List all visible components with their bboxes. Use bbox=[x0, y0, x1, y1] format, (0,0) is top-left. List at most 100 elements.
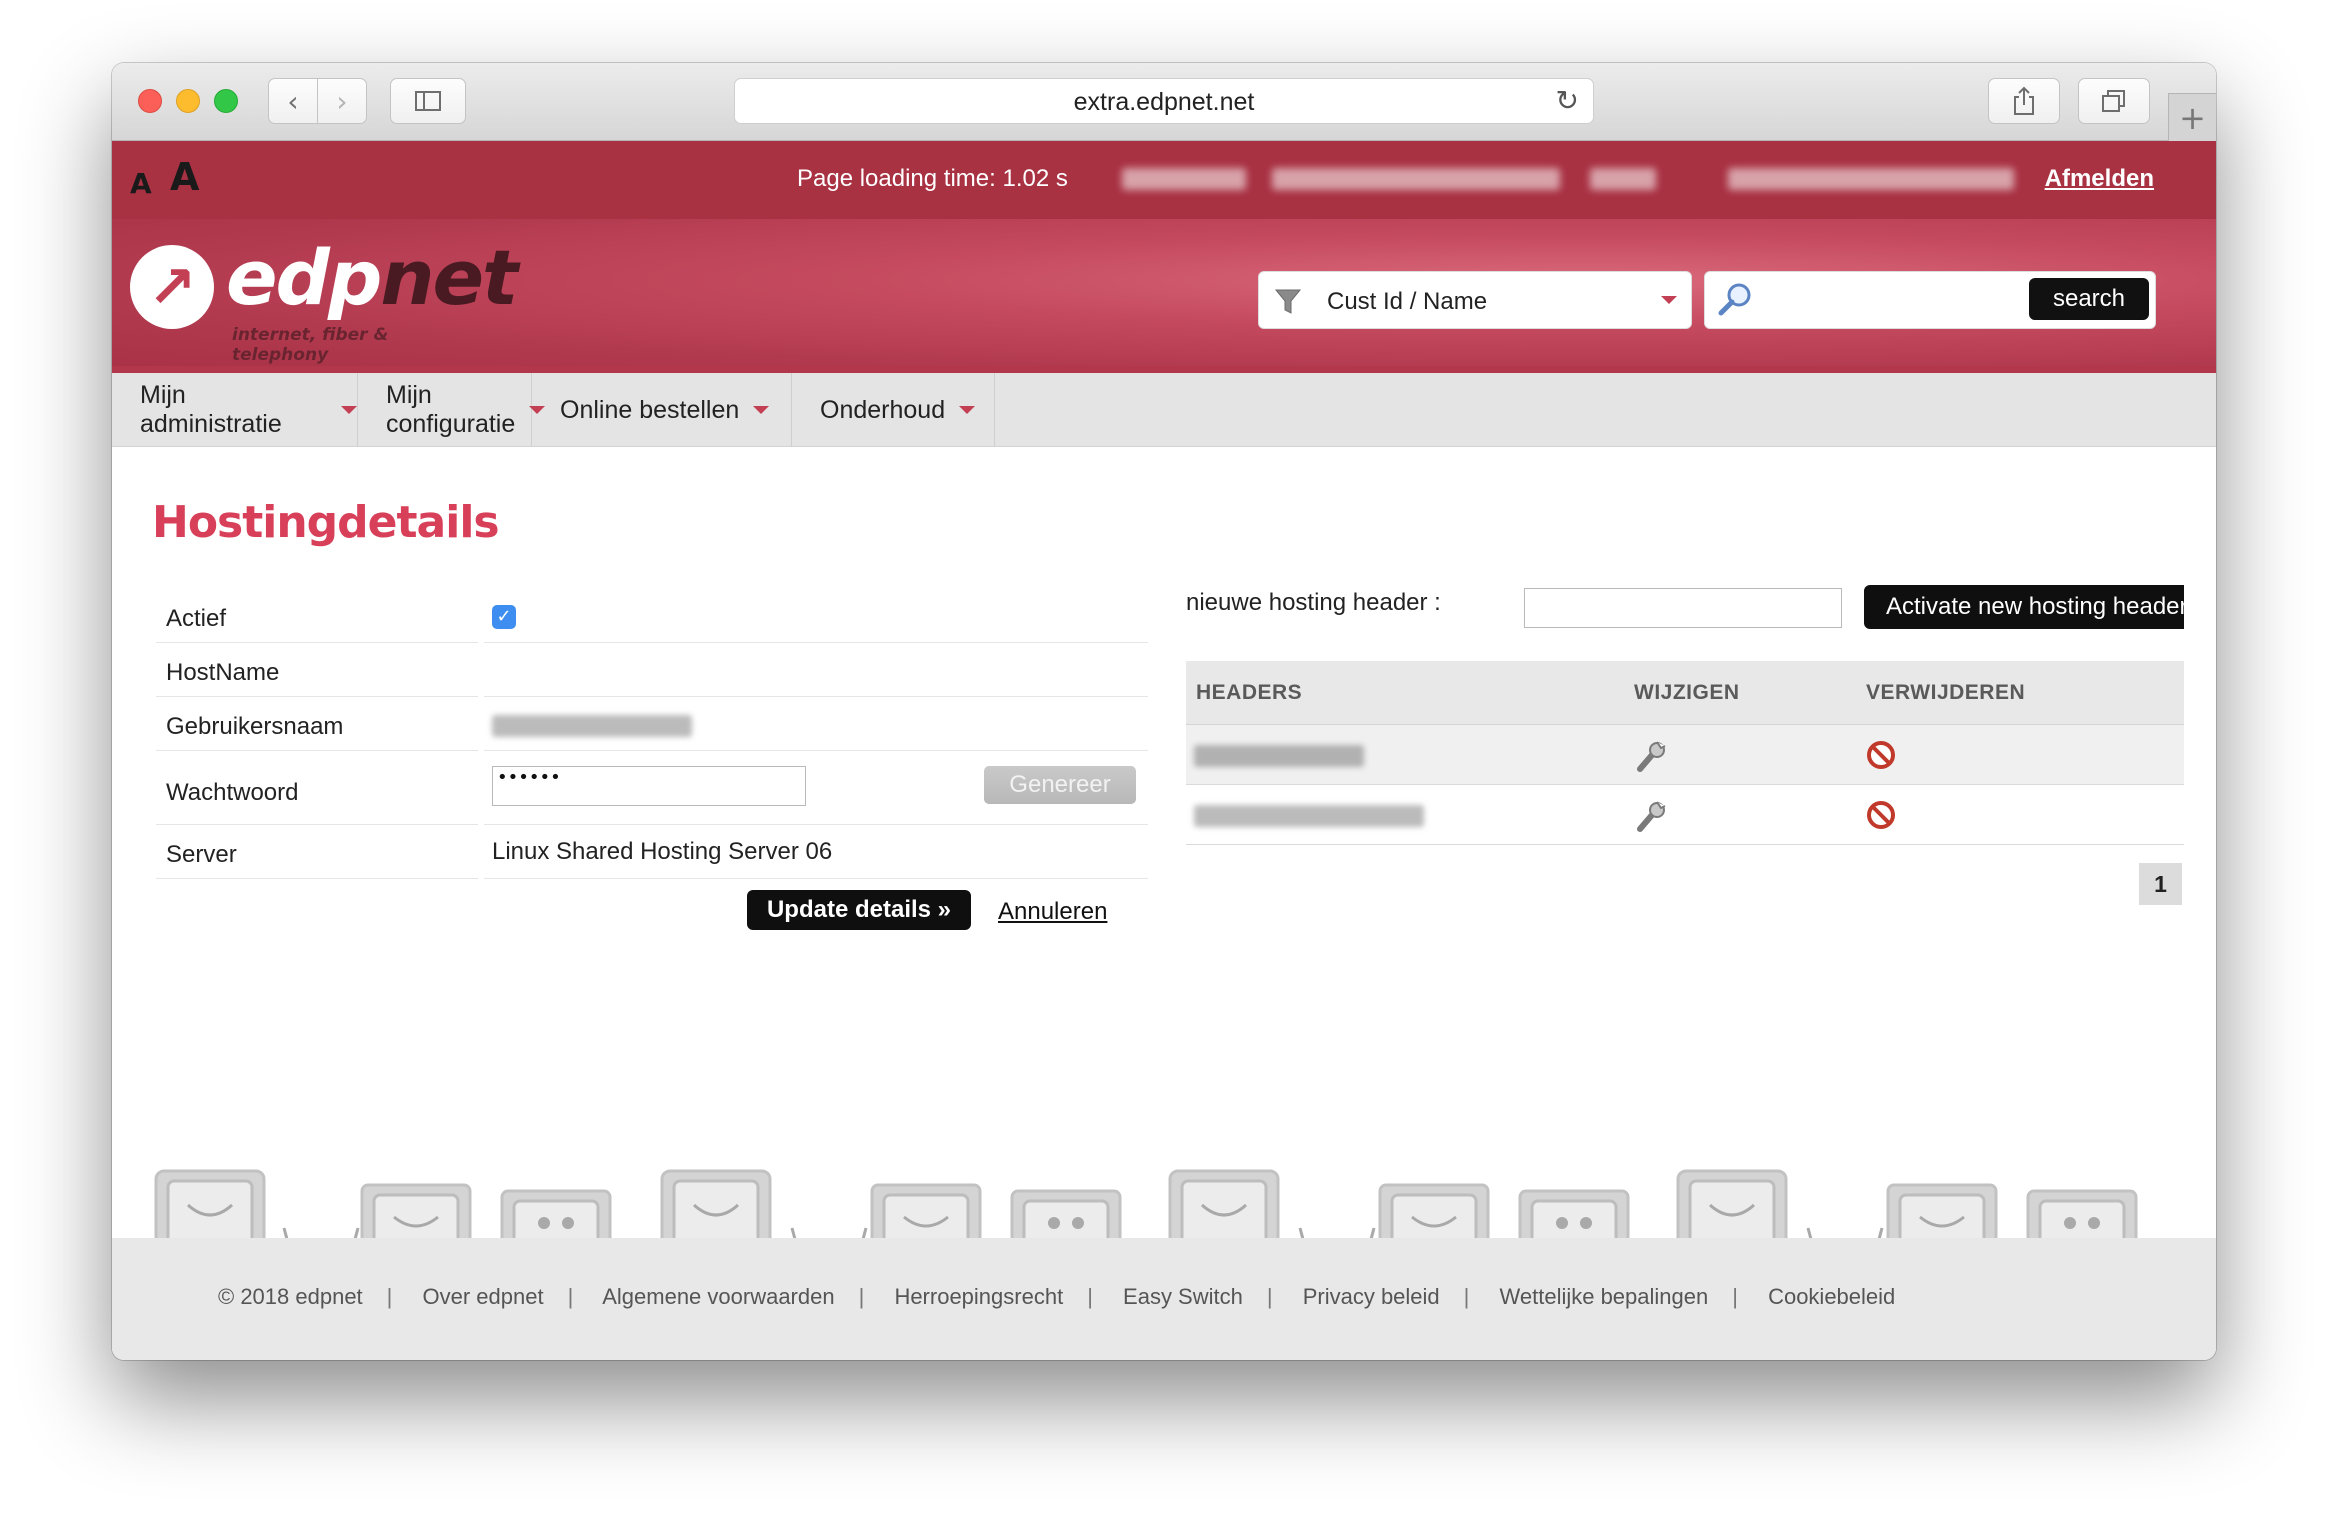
main-nav: Mijn administratie Mijn configuratie Onl… bbox=[112, 373, 2216, 447]
nav-item-label: Onderhoud bbox=[820, 395, 946, 424]
browser-window: ‹ › extra.edpnet.net ↻ + A A Page loadin… bbox=[112, 63, 2216, 1360]
address-bar[interactable]: extra.edpnet.net ↻ bbox=[734, 78, 1594, 124]
filter-icon bbox=[1274, 289, 1302, 314]
username-label: Gebruikersnaam bbox=[166, 713, 344, 740]
banner-divider bbox=[112, 366, 2216, 373]
nav-item-label: Mijn configuratie bbox=[386, 381, 516, 438]
new-header-input[interactable] bbox=[1524, 588, 1842, 628]
footer-link-easy-switch[interactable]: Easy Switch bbox=[1123, 1284, 1243, 1309]
back-button[interactable]: ‹ bbox=[268, 78, 318, 124]
search-input[interactable]: search bbox=[1704, 271, 2156, 329]
back-icon: ‹ bbox=[287, 84, 299, 118]
row-divider bbox=[478, 825, 484, 879]
form-row-gebruikersnaam: Gebruikersnaam bbox=[156, 697, 1148, 751]
nav-item-mijn-administratie[interactable]: Mijn administratie bbox=[112, 373, 358, 447]
footer-separator: | bbox=[858, 1284, 865, 1309]
sidebar-toggle-button[interactable] bbox=[390, 78, 466, 124]
search-icon bbox=[1718, 283, 1751, 316]
column-header-verwijderen: VERWIJDEREN bbox=[1866, 681, 2026, 704]
zoom-window-button[interactable] bbox=[214, 89, 238, 113]
font-increase-button[interactable]: A bbox=[170, 155, 199, 199]
search-button[interactable]: search bbox=[2029, 278, 2149, 320]
column-header-headers: HEADERS bbox=[1196, 681, 1303, 704]
edpnet-logo[interactable]: ↗ edpnet internet, fiber & telephony bbox=[130, 233, 518, 365]
logo-arrow-icon: ↗ bbox=[147, 253, 197, 321]
plus-icon: + bbox=[2179, 98, 2206, 137]
footer-separator: | bbox=[567, 1284, 574, 1309]
footer-link-cookiebeleid[interactable]: Cookiebeleid bbox=[1768, 1284, 1895, 1309]
nav-item-label: Mijn administratie bbox=[140, 381, 282, 438]
minimize-window-button[interactable] bbox=[176, 89, 200, 113]
footer-link-over-edpnet[interactable]: Over edpnet bbox=[423, 1284, 544, 1309]
password-label: Wachtwoord bbox=[166, 779, 299, 806]
footer-separator: | bbox=[1463, 1284, 1470, 1309]
footer-separator: | bbox=[1087, 1284, 1093, 1309]
redacted-username bbox=[492, 715, 692, 737]
footer-links: © 2018 edpnet | Over edpnet | Algemene voo… bbox=[218, 1284, 1895, 1310]
new-tab-button[interactable]: + bbox=[2168, 93, 2216, 141]
logo-tagline: internet, fiber & telephony bbox=[232, 325, 389, 365]
logo-wordmark: edpnet bbox=[226, 233, 518, 322]
footer-link-algemene-voorwaarden[interactable]: Algemene voorwaarden bbox=[602, 1284, 834, 1309]
site-footer: © 2018 edpnet | Over edpnet | Algemene voo… bbox=[112, 1238, 2216, 1360]
sidebar-icon bbox=[415, 91, 441, 111]
nav-item-mijn-configuratie[interactable]: Mijn configuratie bbox=[358, 373, 546, 447]
delete-icon[interactable] bbox=[1866, 740, 1896, 770]
nav-item-onderhoud[interactable]: Onderhoud bbox=[792, 373, 995, 447]
font-decrease-button[interactable]: A bbox=[130, 167, 152, 200]
row-divider bbox=[478, 751, 484, 825]
activate-header-button[interactable]: Activate new hosting header bbox=[1864, 585, 2184, 629]
footer-separator: | bbox=[386, 1284, 393, 1309]
tab-overview-button[interactable] bbox=[2078, 78, 2150, 124]
actief-label: Actief bbox=[166, 605, 227, 632]
tabs-icon bbox=[2102, 90, 2125, 112]
table-row bbox=[1186, 725, 2184, 785]
footer-link-privacy-beleid[interactable]: Privacy beleid bbox=[1303, 1284, 1440, 1309]
actief-checkbox[interactable]: ✓ bbox=[492, 605, 516, 629]
redacted-user-info bbox=[1590, 168, 1656, 190]
reload-icon[interactable]: ↻ bbox=[1556, 84, 1579, 117]
table-header-row: HEADERS WIJZIGEN VERWIJDEREN bbox=[1186, 661, 2184, 725]
nav-item-label: Online bestellen bbox=[560, 395, 740, 424]
server-label: Server bbox=[166, 841, 237, 868]
redacted-user-info bbox=[1122, 168, 1246, 190]
form-row-actief: Actief bbox=[156, 589, 1148, 643]
share-button[interactable] bbox=[1988, 78, 2060, 124]
chevron-down-icon bbox=[753, 406, 770, 414]
redacted-header-name bbox=[1194, 805, 1424, 827]
site-topbar: A A Page loading time: 1.02 s Afmelden bbox=[112, 141, 2216, 219]
table-row bbox=[1186, 785, 2184, 845]
server-value: Linux Shared Hosting Server 06 bbox=[492, 838, 833, 865]
hostname-label: HostName bbox=[166, 659, 280, 686]
nav-item-online-bestellen[interactable]: Online bestellen bbox=[532, 373, 792, 447]
pagination-page-1[interactable]: 1 bbox=[2139, 863, 2182, 905]
forward-button[interactable]: › bbox=[317, 78, 367, 124]
page-title: Hostingdetails bbox=[152, 497, 500, 548]
search-filter-value: Cust Id / Name bbox=[1327, 288, 1488, 315]
chevron-down-icon bbox=[1661, 296, 1677, 304]
search-filter-select[interactable]: Cust Id / Name bbox=[1258, 271, 1692, 329]
redacted-header-name bbox=[1194, 745, 1364, 767]
edit-wrench-icon[interactable] bbox=[1634, 799, 1668, 833]
cancel-link[interactable]: Annuleren bbox=[998, 898, 1107, 926]
logout-link[interactable]: Afmelden bbox=[2045, 165, 2154, 193]
edit-wrench-icon[interactable] bbox=[1634, 739, 1668, 773]
row-divider bbox=[478, 697, 484, 751]
screenshot-stage: ‹ › extra.edpnet.net ↻ + A A Page loadin… bbox=[0, 0, 2326, 1520]
footer-link-wettelijke-bepalingen[interactable]: Wettelijke bepalingen bbox=[1500, 1284, 1709, 1309]
password-field[interactable]: •••••• bbox=[492, 766, 806, 806]
generate-password-button[interactable]: Genereer bbox=[984, 766, 1136, 804]
column-header-wijzigen: WIJZIGEN bbox=[1634, 681, 1740, 704]
form-row-hostname: HostName bbox=[156, 643, 1148, 697]
row-divider bbox=[478, 589, 484, 643]
update-details-button[interactable]: Update details » bbox=[747, 890, 971, 930]
delete-icon[interactable] bbox=[1866, 800, 1896, 830]
footer-copyright: © 2018 edpnet bbox=[218, 1284, 363, 1309]
site-banner: ↗ edpnet internet, fiber & telephony Cus… bbox=[112, 219, 2216, 373]
browser-titlebar: ‹ › extra.edpnet.net ↻ + bbox=[112, 63, 2216, 141]
footer-link-herroepingsrecht[interactable]: Herroepingsrecht bbox=[894, 1284, 1063, 1309]
row-divider bbox=[478, 643, 484, 697]
close-window-button[interactable] bbox=[138, 89, 162, 113]
new-header-label: nieuwe hosting header : bbox=[1186, 589, 1441, 616]
forward-icon: › bbox=[336, 84, 348, 118]
